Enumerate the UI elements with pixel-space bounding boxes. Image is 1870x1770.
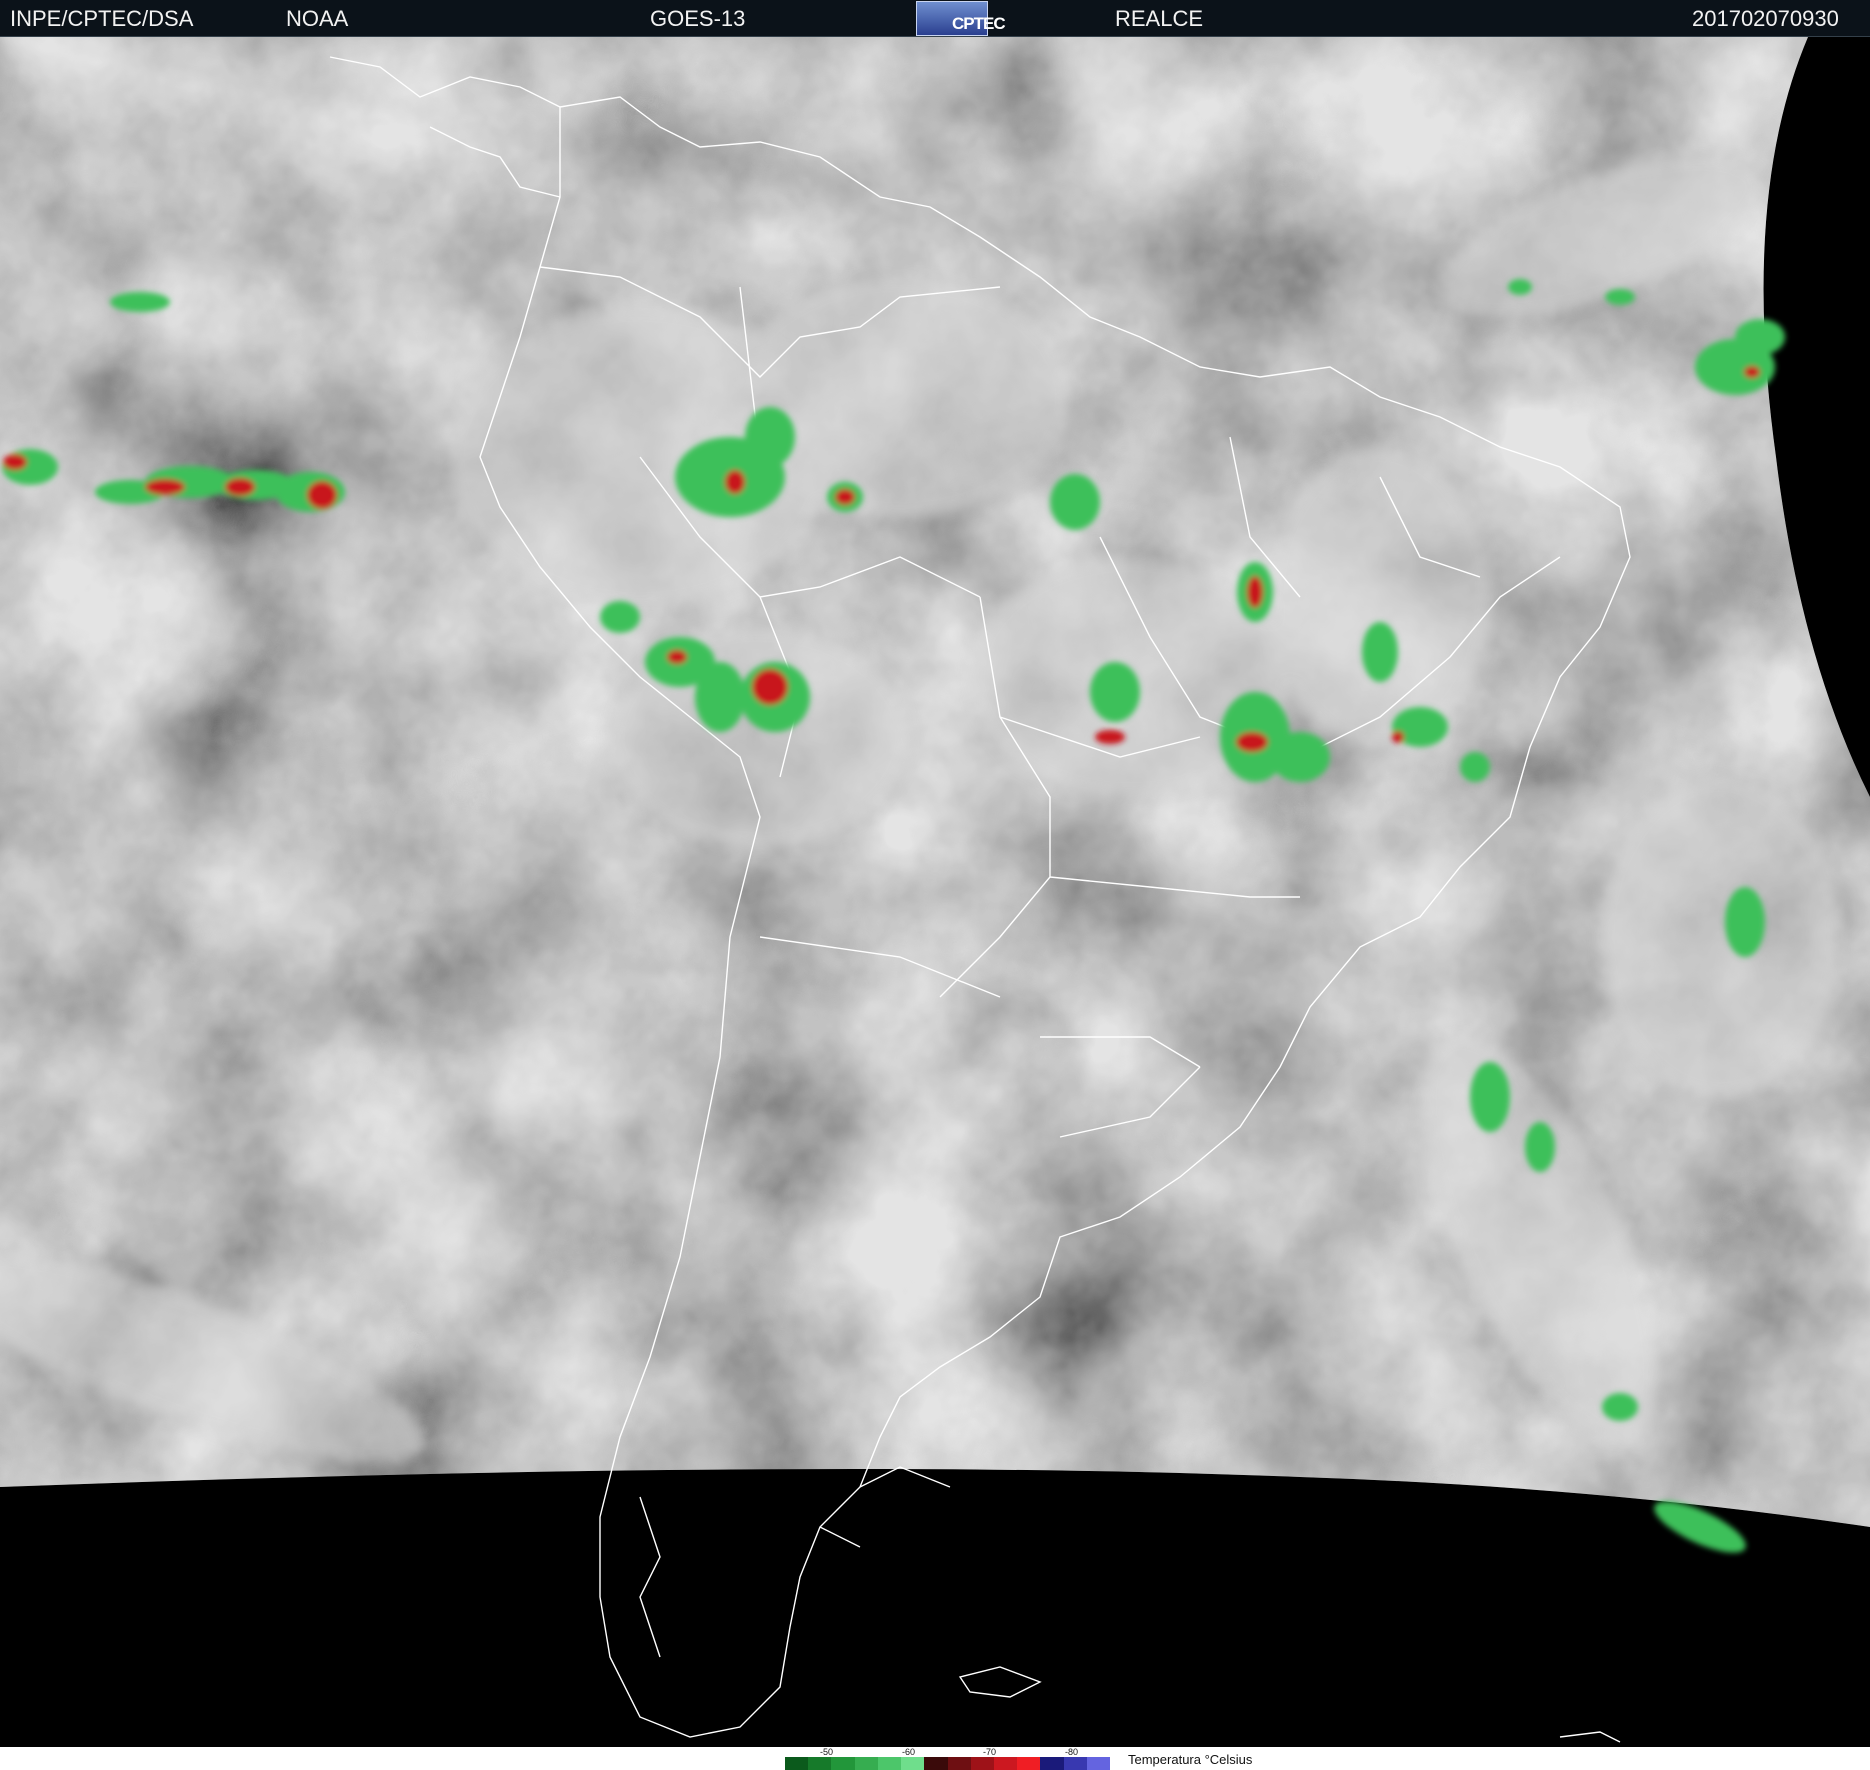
legend-swatch-3 <box>854 1757 878 1770</box>
enhancement-mode-label: REALCE <box>1115 6 1204 31</box>
temperature-color-scale <box>785 1757 1111 1770</box>
legend-swatch-6 <box>924 1757 948 1770</box>
legend-swatch-4 <box>877 1757 902 1770</box>
legend-swatch-9 <box>993 1757 1018 1770</box>
legend-swatch-13 <box>1086 1757 1111 1770</box>
legend-tick-minus70: -70 <box>983 1747 997 1757</box>
noaa-label: NOAA <box>286 6 349 31</box>
timestamp-label: 201702070930 <box>1692 6 1839 31</box>
legend-swatch-0 <box>785 1757 809 1770</box>
legend-tick-minus50: -50 <box>820 1747 834 1757</box>
legend-swatch-7 <box>947 1757 971 1770</box>
legend-swatch-8 <box>970 1757 994 1770</box>
legend-swatch-10 <box>1017 1757 1041 1770</box>
satellite-map <box>0 37 1870 1747</box>
legend-swatch-5 <box>901 1757 925 1770</box>
image-header-bar: INPE/CPTEC/DSA NOAA GOES-13 CPTEC REALCE… <box>0 0 1870 37</box>
legend-swatch-1 <box>808 1757 832 1770</box>
temperature-legend: -50 -60 -70 -80 Temperatura °Celsius <box>0 1747 1870 1770</box>
agency-label: INPE/CPTEC/DSA <box>10 6 194 31</box>
legend-swatch-2 <box>831 1757 855 1770</box>
cptec-logo: CPTEC <box>916 1 1006 36</box>
legend-title: Temperatura °Celsius <box>1128 1752 1253 1767</box>
satellite-label: GOES-13 <box>650 6 746 31</box>
legend-tick-minus80: -80 <box>1065 1747 1079 1757</box>
legend-tick-minus60: -60 <box>902 1747 916 1757</box>
cptec-logo-text: CPTEC <box>952 14 1006 33</box>
legend-swatch-12 <box>1063 1757 1087 1770</box>
legend-swatch-11 <box>1040 1757 1064 1770</box>
